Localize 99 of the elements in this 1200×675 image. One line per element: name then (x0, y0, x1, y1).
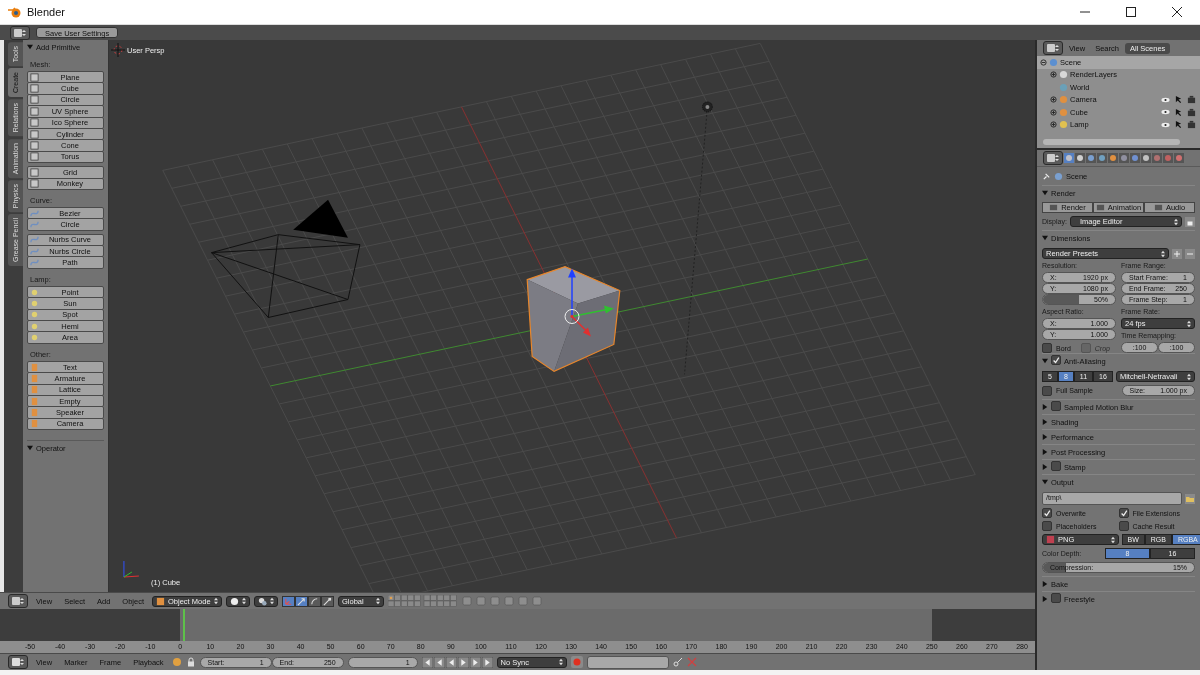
up-down-arrows-icon (558, 658, 563, 666)
up-down-arrows-icon (376, 597, 381, 605)
window-title: Blender (27, 6, 65, 18)
axes-indicator (123, 560, 140, 578)
transform-gizmo[interactable] (564, 268, 614, 337)
visibility-eye-icon[interactable] (1161, 96, 1170, 103)
render-button-icon (1049, 203, 1059, 212)
particles-tab-icon[interactable] (1174, 153, 1184, 163)
up-down-arrows-icon (1161, 249, 1165, 258)
scene-icon (1054, 171, 1063, 181)
camera-render-icon[interactable] (1187, 95, 1196, 105)
maximize-icon[interactable] (1126, 7, 1136, 17)
checkbox[interactable] (1051, 593, 1061, 603)
render-button-icon (1153, 203, 1163, 212)
collapse-toggle-icon[interactable] (1040, 58, 1047, 66)
world-tab-icon[interactable] (1097, 153, 1107, 163)
camera-render-icon[interactable] (1187, 107, 1196, 117)
editor-type-icon[interactable] (1043, 41, 1063, 55)
camera-icon (1059, 95, 1068, 105)
pivot-icon (258, 596, 268, 606)
expand-arrow-icon[interactable] (1042, 449, 1048, 455)
up-down-arrows-icon (1187, 319, 1191, 328)
up-down-arrows-icon (1187, 372, 1191, 381)
up-down-arrows-icon (214, 597, 219, 605)
cube-drawing[interactable] (526, 265, 621, 373)
sphere-icon (230, 596, 240, 606)
expand-arrow-icon[interactable] (27, 44, 33, 50)
3d-cursor-icon (111, 43, 125, 57)
up-down-arrows-icon (1174, 217, 1178, 226)
expand-arrow-icon[interactable] (27, 445, 33, 452)
camera-drawing[interactable] (211, 199, 361, 318)
jump-to-start-icon[interactable] (421, 656, 433, 668)
up-down-arrows-icon (270, 597, 275, 605)
key-icon[interactable] (672, 657, 683, 667)
expand-arrow-icon[interactable] (1042, 434, 1048, 440)
expand-arrow-icon[interactable] (1042, 419, 1048, 425)
expand-arrow-icon[interactable] (1042, 358, 1048, 364)
checkbox[interactable] (1118, 521, 1129, 531)
playhead[interactable] (183, 609, 186, 641)
checkbox[interactable] (1051, 461, 1061, 471)
previous-keyframe-icon[interactable] (433, 656, 445, 668)
expand-arrow-icon[interactable] (1042, 596, 1048, 602)
play-icon[interactable] (457, 656, 469, 668)
expand-toggle-icon[interactable] (1050, 121, 1057, 129)
checkbox[interactable] (1042, 385, 1052, 396)
render-layers-icon (1059, 70, 1068, 80)
play-reverse-icon[interactable] (445, 656, 457, 668)
data-tab-icon[interactable] (1141, 153, 1151, 163)
render-tab-icon[interactable] (1064, 153, 1074, 163)
expand-arrow-icon[interactable] (1042, 404, 1048, 410)
keying-set-field[interactable] (586, 655, 669, 669)
translate-button[interactable] (295, 595, 309, 607)
app-logo-icon (8, 6, 22, 18)
shading-dropdown[interactable] (226, 595, 251, 607)
checkbox[interactable] (1042, 343, 1052, 353)
jump-to-end-icon[interactable] (481, 656, 493, 668)
record-clock-icon[interactable] (171, 657, 182, 667)
add-icon[interactable] (1172, 248, 1182, 259)
lamp-icon (1059, 120, 1068, 130)
editor-type-icon[interactable] (10, 25, 30, 40)
expand-arrow-icon[interactable] (1042, 479, 1048, 485)
scene-tab-icon[interactable] (1086, 153, 1096, 163)
visibility-eye-icon[interactable] (1161, 109, 1170, 116)
world-icon (1059, 82, 1068, 92)
render-button-icon (1095, 203, 1105, 212)
up-down-arrows-icon (1110, 535, 1115, 544)
checkbox[interactable] (1042, 521, 1052, 531)
visibility-eye-icon[interactable] (1161, 121, 1170, 128)
pivot-dropdown[interactable] (254, 595, 279, 607)
checkbox[interactable] (1051, 355, 1061, 366)
checkbox[interactable] (1042, 508, 1052, 518)
image-file-icon (1046, 535, 1055, 544)
camera-render-icon[interactable] (1187, 120, 1196, 130)
checkbox[interactable] (1051, 401, 1061, 411)
expand-toggle-icon[interactable] (1050, 96, 1057, 104)
close-icon[interactable] (1172, 7, 1182, 17)
expand-toggle-icon[interactable] (1050, 108, 1057, 116)
editor-type-icon[interactable] (1043, 151, 1063, 165)
expand-toggle-icon[interactable] (1050, 71, 1057, 79)
modifiers-tab-icon[interactable] (1130, 153, 1140, 163)
expand-arrow-icon[interactable] (1042, 464, 1048, 470)
mesh-icon (1059, 107, 1068, 117)
render-layers-tab-icon[interactable] (1075, 153, 1085, 163)
constraints-tab-icon[interactable] (1119, 153, 1129, 163)
pin-icon[interactable] (1042, 171, 1051, 181)
expand-arrow-icon[interactable] (1042, 235, 1048, 241)
remove-icon[interactable] (1185, 248, 1195, 259)
expand-arrow-icon[interactable] (1042, 190, 1048, 196)
object-tab-icon[interactable] (1108, 153, 1118, 163)
horizontal-scrollbar[interactable] (1043, 139, 1180, 145)
up-down-arrows-icon (242, 597, 247, 605)
expand-arrow-icon[interactable] (1042, 581, 1048, 587)
scene-icon (1049, 57, 1058, 67)
checkbox[interactable] (1118, 508, 1129, 518)
rotate-button[interactable] (308, 595, 322, 607)
manipulator-toggle[interactable] (282, 595, 296, 607)
scale-button[interactable] (321, 595, 335, 607)
next-keyframe-icon[interactable] (469, 656, 481, 668)
folder-icon[interactable] (1185, 493, 1195, 504)
